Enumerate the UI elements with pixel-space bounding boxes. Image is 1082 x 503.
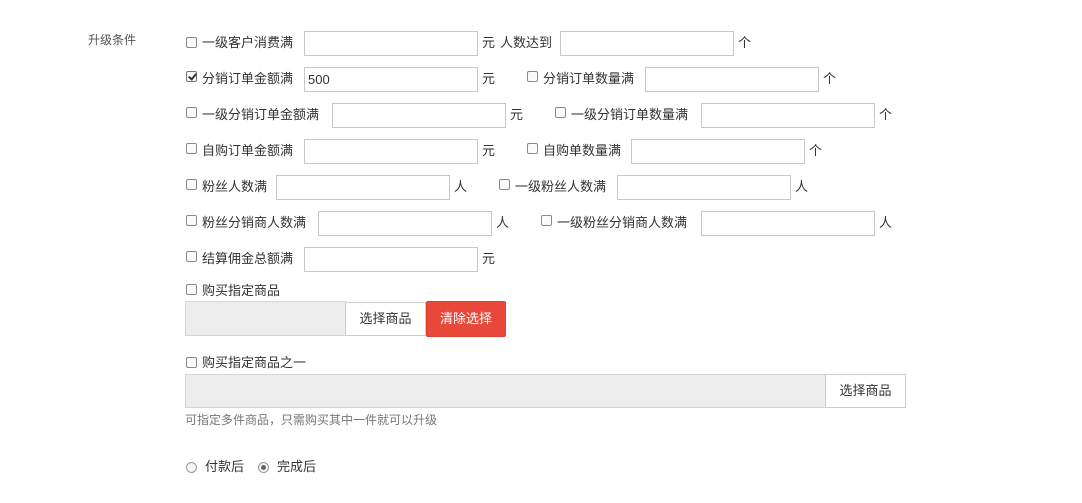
people-reach-input[interactable] (560, 31, 734, 56)
fans-dist-count-input[interactable] (318, 211, 492, 236)
l1-fans-count-input[interactable] (617, 175, 791, 200)
l1-dist-order-count-unit: 个 (879, 107, 893, 122)
customer-spend-label: 一级客户消费满 (202, 35, 294, 50)
fans-dist-count-unit: 人 (496, 215, 510, 230)
customer-spend-checkbox[interactable] (186, 37, 197, 48)
fans-dist-count-label: 粉丝分销商人数满 (202, 215, 307, 230)
l1-fans-dist-count-checkbox[interactable] (541, 215, 552, 226)
l1-fans-count-unit: 人 (795, 179, 809, 194)
buy-one-of-hint: 可指定多件商品，只需购买其中一件就可以升级 (185, 413, 438, 427)
buy-specific-select-button[interactable]: 选择商品 (345, 302, 426, 336)
buy-one-of-checkbox[interactable] (186, 357, 197, 368)
l1-fans-dist-count-unit: 人 (879, 215, 893, 230)
dist-order-count-input[interactable] (645, 67, 819, 92)
dist-order-amount-label: 分销订单金额满 (202, 71, 294, 86)
section-label: 升级条件 (88, 33, 137, 47)
commission-total-unit: 元 (482, 251, 496, 266)
people-reach-label: 人数达到 (500, 35, 553, 50)
l1-fans-count-label: 一级粉丝人数满 (515, 179, 607, 194)
buy-one-of-label: 购买指定商品之一 (202, 355, 307, 370)
buy-specific-clear-button[interactable]: 清除选择 (426, 301, 506, 337)
l1-dist-order-amount-label: 一级分销订单金额满 (202, 107, 320, 122)
timing-after-payment-radio[interactable] (186, 462, 197, 473)
timing-after-payment-label: 付款后 (205, 459, 245, 474)
buy-specific-label: 购买指定商品 (202, 283, 281, 298)
fans-count-checkbox[interactable] (186, 179, 197, 190)
l1-fans-count-checkbox[interactable] (499, 179, 510, 190)
buy-one-of-selected-goods (185, 374, 826, 408)
dist-order-count-checkbox[interactable] (527, 71, 538, 82)
fans-dist-count-checkbox[interactable] (186, 215, 197, 226)
l1-dist-order-amount-checkbox[interactable] (186, 107, 197, 118)
people-reach-unit: 个 (738, 35, 752, 50)
l1-dist-order-amount-input[interactable] (332, 103, 506, 128)
l1-dist-order-amount-unit: 元 (510, 107, 524, 122)
self-order-count-input[interactable] (631, 139, 805, 164)
self-order-count-label: 自购单数量满 (543, 143, 622, 158)
self-order-count-unit: 个 (809, 143, 823, 158)
buy-specific-checkbox[interactable] (186, 284, 197, 295)
commission-total-input[interactable] (304, 247, 478, 272)
self-order-amount-label: 自购订单金额满 (202, 143, 294, 158)
fans-count-input[interactable] (276, 175, 450, 200)
fans-count-label: 粉丝人数满 (202, 179, 268, 194)
customer-spend-input[interactable] (304, 31, 478, 56)
self-order-amount-unit: 元 (482, 143, 496, 158)
self-order-amount-checkbox[interactable] (186, 143, 197, 154)
dist-order-amount-input[interactable]: 500 (304, 67, 478, 92)
timing-after-completion-label: 完成后 (277, 459, 317, 474)
buy-one-of-select-button[interactable]: 选择商品 (825, 374, 906, 408)
dist-order-count-unit: 个 (823, 71, 837, 86)
l1-dist-order-count-label: 一级分销订单数量满 (571, 107, 689, 122)
l1-dist-order-count-input[interactable] (701, 103, 875, 128)
commission-total-label: 结算佣金总额满 (202, 251, 294, 266)
commission-total-checkbox[interactable] (186, 251, 197, 262)
self-order-amount-input[interactable] (304, 139, 478, 164)
l1-fans-dist-count-input[interactable] (701, 211, 875, 236)
buy-specific-selected-goods (185, 301, 346, 336)
dist-order-count-label: 分销订单数量满 (543, 71, 635, 86)
dist-order-amount-unit: 元 (482, 71, 496, 86)
timing-after-completion-radio[interactable] (258, 462, 269, 473)
self-order-count-checkbox[interactable] (527, 143, 538, 154)
l1-fans-dist-count-label: 一级粉丝分销商人数满 (557, 215, 688, 230)
fans-count-unit: 人 (454, 179, 468, 194)
customer-spend-unit: 元 (482, 35, 496, 50)
l1-dist-order-count-checkbox[interactable] (555, 107, 566, 118)
dist-order-amount-checkbox[interactable] (186, 71, 197, 82)
